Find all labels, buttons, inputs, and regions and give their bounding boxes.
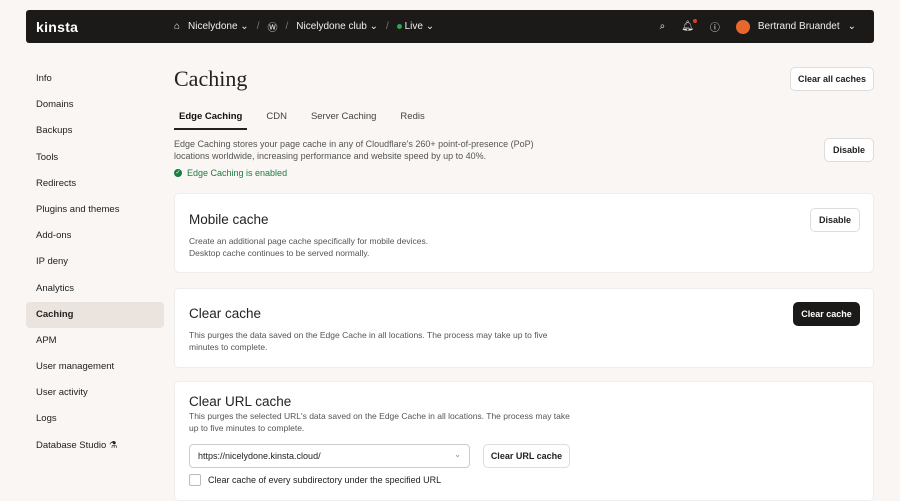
separator: / xyxy=(386,21,389,32)
clear-url-cache-title: Clear URL cache xyxy=(189,394,292,409)
mobile-cache-title: Mobile cache xyxy=(189,212,269,227)
sidebar: Info Domains Backups Tools Redirects Plu… xyxy=(26,66,164,459)
site-label: Nicelydone xyxy=(188,21,238,32)
clear-url-cache-button[interactable]: Clear URL cache xyxy=(483,444,570,468)
disable-mobile-cache-button[interactable]: Disable xyxy=(810,208,860,232)
help-icon[interactable]: ⓘ xyxy=(710,19,720,34)
tab-cdn[interactable]: CDN xyxy=(261,108,292,130)
user-menu[interactable]: Bertrand Bruandet ⌄ xyxy=(735,19,856,34)
kinsta-logo[interactable]: kinsta xyxy=(36,19,78,35)
page-title: Caching xyxy=(174,66,248,91)
sidebar-item-user-activity[interactable]: User activity xyxy=(26,380,164,406)
sidebar-item-ip-deny[interactable]: IP deny xyxy=(26,249,164,275)
chevron-down-icon: ⌄ xyxy=(454,450,461,459)
mobile-cache-desc2: Desktop cache continues to be served nor… xyxy=(189,248,370,258)
url-select[interactable]: https://nicelydone.kinsta.cloud/ ⌄ xyxy=(189,444,470,468)
sidebar-item-plugins[interactable]: Plugins and themes xyxy=(26,197,164,223)
sidebar-item-database-studio[interactable]: Database Studio ⚗ xyxy=(26,433,164,459)
sidebar-item-tools[interactable]: Tools xyxy=(26,145,164,171)
subdirectory-checkbox[interactable] xyxy=(189,474,201,486)
sidebar-item-redirects[interactable]: Redirects xyxy=(26,171,164,197)
separator: / xyxy=(256,21,260,32)
sidebar-item-caching[interactable]: Caching xyxy=(26,301,164,328)
url-value: https://nicelydone.kinsta.cloud/ xyxy=(198,451,321,461)
tab-server-caching[interactable]: Server Caching xyxy=(306,108,381,130)
breadcrumb: ⌂ Nicelydone ⌄ / Ⓦ / Nicelydone club ⌄ /… xyxy=(174,19,434,34)
site-name-selector[interactable]: Nicelydone club ⌄ xyxy=(296,21,378,32)
sidebar-item-domains[interactable]: Domains xyxy=(26,92,164,118)
sidebar-item-user-management[interactable]: User management xyxy=(26,354,164,380)
clear-all-caches-button[interactable]: Clear all caches xyxy=(790,67,874,91)
clear-cache-title: Clear cache xyxy=(189,306,262,321)
environment-selector[interactable]: Live ⌄ xyxy=(396,21,434,32)
wordpress-icon[interactable]: Ⓦ xyxy=(267,19,277,34)
edge-caching-description: Edge Caching stores your page cache in a… xyxy=(174,139,534,161)
chevron-down-icon: ⌄ xyxy=(847,21,856,32)
mobile-cache-card: Mobile cache Create an additional page c… xyxy=(174,193,874,273)
tab-redis[interactable]: Redis xyxy=(395,108,429,130)
environment-label: Live xyxy=(404,21,423,32)
sidebar-item-addons[interactable]: Add-ons xyxy=(26,223,164,249)
user-name: Bertrand Bruandet xyxy=(757,21,840,32)
sidebar-item-logs[interactable]: Logs xyxy=(26,406,164,432)
avatar xyxy=(735,19,750,34)
clear-url-cache-desc: This purges the selected URL's data save… xyxy=(189,411,570,433)
sidebar-item-backups[interactable]: Backups xyxy=(26,118,164,144)
bell-icon[interactable]: 🔔︎ xyxy=(681,19,697,32)
top-navigation: kinsta ⌂ Nicelydone ⌄ / Ⓦ / Nicelydone c… xyxy=(26,10,874,43)
clear-cache-desc: This purges the data saved on the Edge C… xyxy=(189,330,548,352)
sidebar-item-analytics[interactable]: Analytics xyxy=(26,276,164,302)
status-badge: ✓ Edge Caching is enabled xyxy=(174,168,287,178)
clear-url-cache-card: Clear URL cache This purges the selected… xyxy=(174,381,874,501)
status-text: Edge Caching is enabled xyxy=(187,168,288,178)
clear-cache-card: Clear cache This purges the data saved o… xyxy=(174,288,874,368)
tabs: Edge Caching CDN Server Caching Redis xyxy=(174,108,444,130)
site-selector[interactable]: Nicelydone ⌄ xyxy=(188,21,249,32)
mobile-cache-desc: Create an additional page cache specific… xyxy=(189,236,429,246)
separator: / xyxy=(285,21,289,32)
sidebar-item-info[interactable]: Info xyxy=(26,66,164,92)
live-status-dot xyxy=(396,24,402,29)
home-icon[interactable]: ⌂ xyxy=(174,21,180,32)
site-name-label: Nicelydone club xyxy=(296,21,367,32)
disable-edge-caching-button[interactable]: Disable xyxy=(824,138,874,162)
clear-cache-button[interactable]: Clear cache xyxy=(793,302,860,326)
sidebar-item-apm[interactable]: APM xyxy=(26,328,164,354)
check-circle-icon: ✓ xyxy=(174,169,182,177)
search-icon[interactable]: ⌕ xyxy=(660,21,666,32)
tab-edge-caching[interactable]: Edge Caching xyxy=(174,108,248,130)
